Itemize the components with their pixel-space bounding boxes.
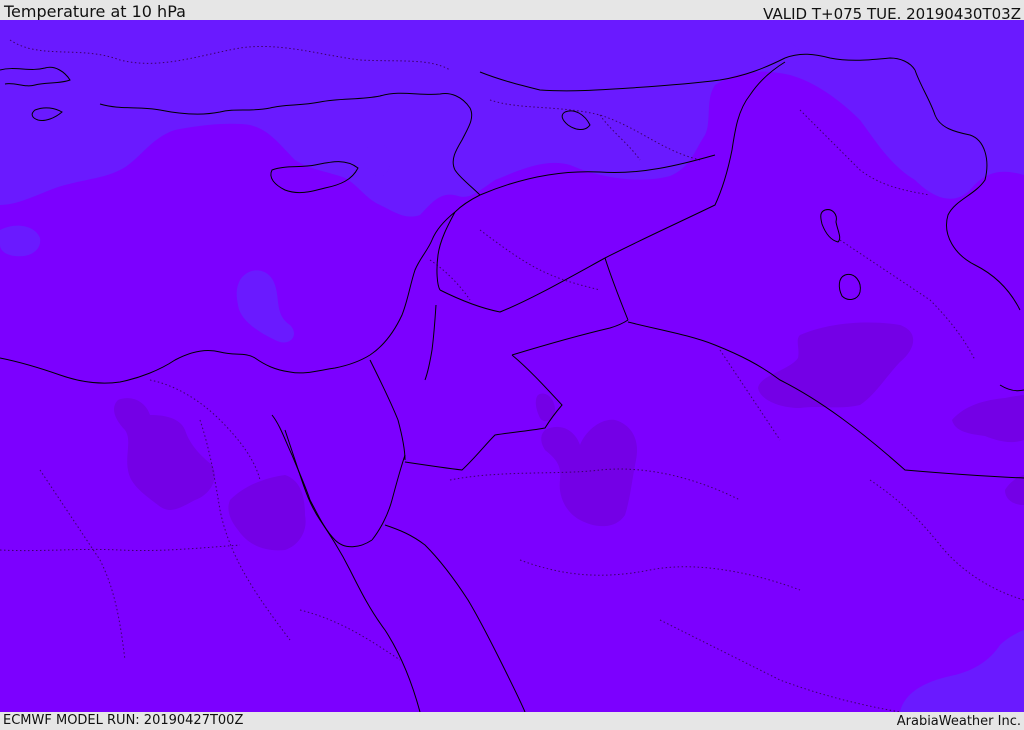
footer-bar: ECMWF MODEL RUN: 20190427T00Z ArabiaWeat…	[0, 712, 1024, 729]
map-canvas	[0, 20, 1024, 712]
credit-label: ArabiaWeather Inc.	[896, 714, 1021, 729]
weather-map[interactable]	[0, 20, 1024, 712]
map-title: Temperature at 10 hPa	[4, 2, 186, 21]
header-bar: Temperature at 10 hPa VALID T+075 TUE. 2…	[0, 0, 1024, 23]
model-run-label: ECMWF MODEL RUN: 20190427T00Z	[3, 713, 244, 728]
